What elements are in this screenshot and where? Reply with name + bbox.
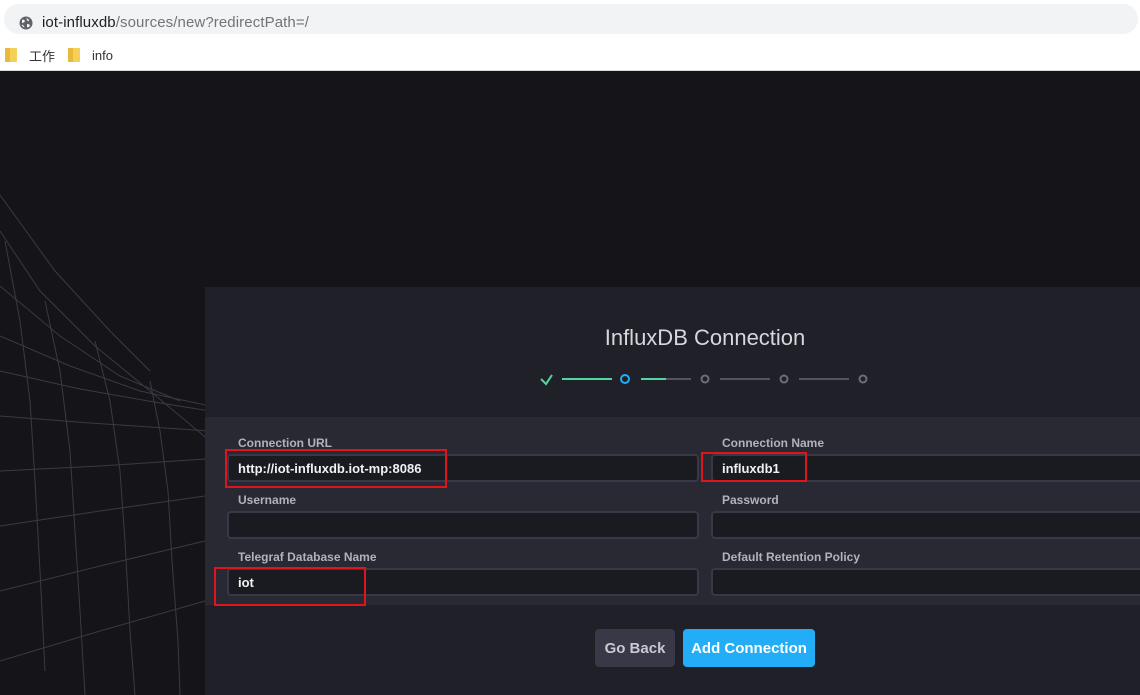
bookmark-info[interactable]: info	[68, 45, 113, 65]
url-host: iot-influxdb	[42, 14, 116, 31]
browser-address-bar: iot-influxdb/sources/new?redirectPath=/	[0, 0, 1140, 38]
connection-url-label: Connection URL	[238, 436, 332, 450]
highlight-box-url	[225, 449, 447, 488]
add-connection-button[interactable]: Add Connection	[683, 629, 815, 667]
password-label: Password	[722, 493, 779, 507]
progress-steps	[540, 374, 868, 386]
username-label: Username	[238, 493, 297, 507]
address-field[interactable]: iot-influxdb/sources/new?redirectPath=/	[4, 4, 1138, 34]
password-input[interactable]	[711, 511, 1140, 539]
highlight-box-db	[214, 567, 366, 606]
check-icon	[540, 374, 553, 386]
telegraf-db-label: Telegraf Database Name	[238, 550, 377, 564]
bookmark-label: 工作	[29, 48, 56, 64]
folder-icon	[5, 48, 17, 62]
retention-policy-input[interactable]	[711, 568, 1140, 596]
connection-panel: InfluxDB Connection Connection URL http:…	[205, 287, 1140, 695]
connection-name-label: Connection Name	[722, 436, 825, 450]
go-back-button[interactable]: Go Back	[595, 629, 675, 667]
url-path: /sources/new?redirectPath=/	[115, 14, 309, 31]
retention-policy-label: Default Retention Policy	[722, 550, 861, 564]
url-text[interactable]: iot-influxdb/sources/new?redirectPath=/	[42, 14, 309, 31]
step-current-icon	[620, 374, 630, 384]
bookmark-work[interactable]: 工作	[5, 45, 55, 65]
folder-icon	[68, 48, 80, 62]
bookmark-label: info	[92, 47, 113, 63]
app-canvas: InfluxDB Connection Connection URL http:…	[0, 71, 1140, 695]
highlight-box-name	[701, 452, 807, 482]
bookmarks-bar: 工作 info	[0, 38, 1140, 71]
globe-icon	[19, 16, 33, 30]
username-input[interactable]	[227, 511, 699, 539]
